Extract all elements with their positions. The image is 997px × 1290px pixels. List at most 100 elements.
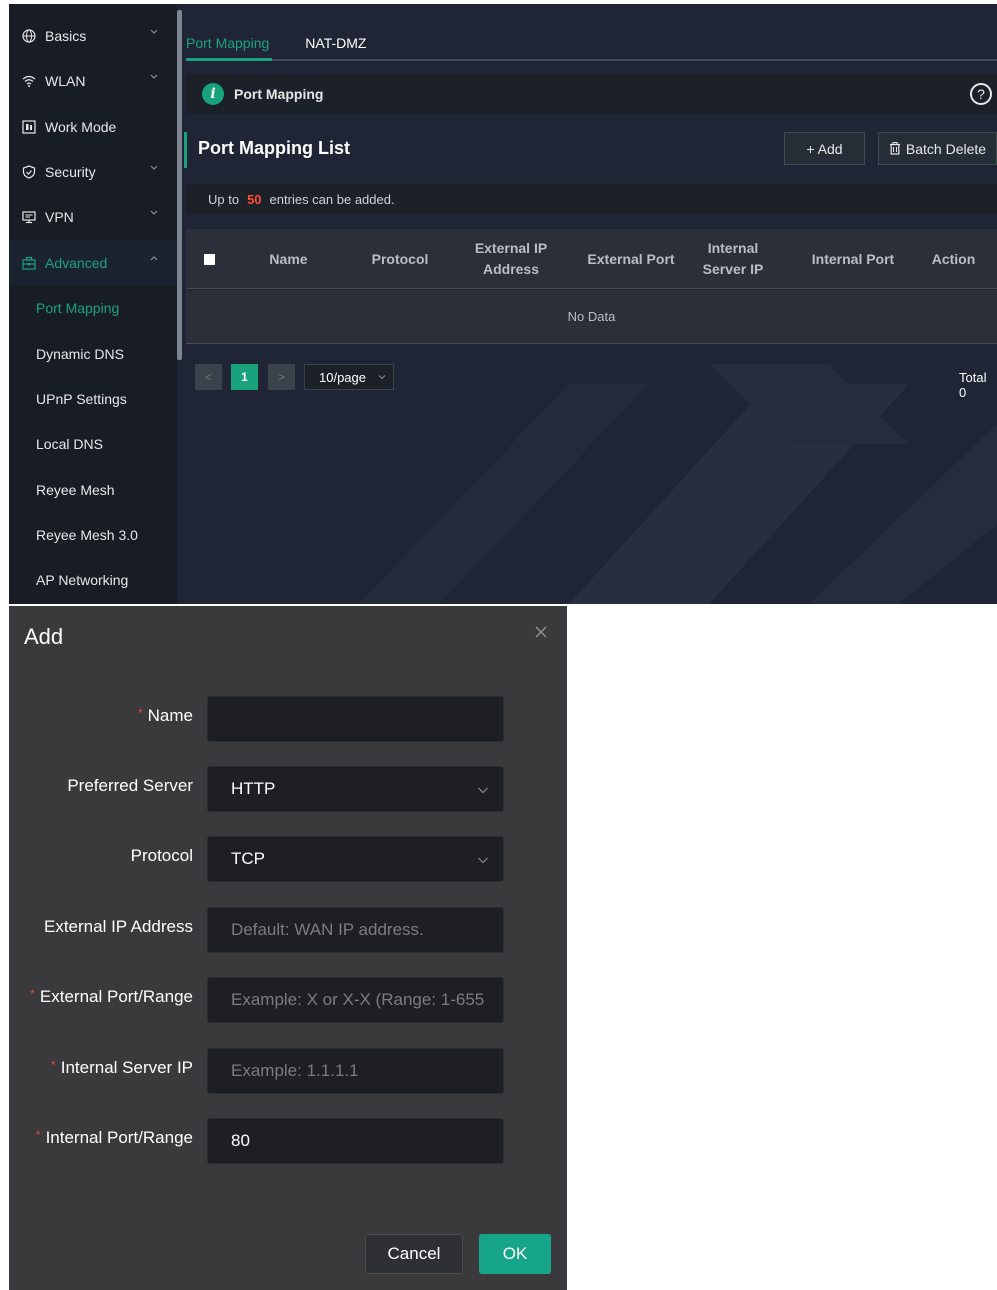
- column-header-external-ip: External IP Address: [474, 240, 548, 277]
- sidebar-item-basics[interactable]: Basics: [9, 13, 177, 58]
- select-all-checkbox[interactable]: [204, 254, 215, 265]
- form-row-internal-server-ip: * Internal Server IP Example: 1.1.1.1: [9, 1048, 567, 1094]
- sidebar-item-security[interactable]: Security: [9, 149, 177, 194]
- add-button[interactable]: + Add: [784, 132, 865, 165]
- table-empty-row: No Data: [186, 290, 997, 344]
- field-label: * External Port/Range: [30, 987, 193, 1006]
- form-row-internal-port: * Internal Port/Range 80: [9, 1118, 567, 1164]
- monitor-icon: [21, 209, 37, 225]
- sidebar-item-label: VPN: [45, 208, 74, 225]
- sidebar: Basics WLAN Work Mode Security VPN Advan…: [9, 4, 177, 604]
- page-size-value: 10/page: [319, 369, 366, 385]
- prev-page-button[interactable]: <: [195, 364, 222, 390]
- sidebar-scrollbar[interactable]: [177, 10, 182, 360]
- protocol-select[interactable]: TCP: [207, 836, 504, 882]
- next-page-button[interactable]: >: [268, 364, 295, 390]
- batch-delete-label: Batch Delete: [905, 140, 987, 157]
- sidebar-subitem-port-mapping[interactable]: Port Mapping: [9, 285, 177, 330]
- chevron-down-icon: [150, 210, 158, 215]
- required-marker: *: [30, 987, 35, 1001]
- info-bar: i Port Mapping ?: [186, 74, 997, 114]
- sidebar-item-vpn[interactable]: VPN: [9, 194, 177, 239]
- wifi-icon: [21, 73, 37, 89]
- ok-button[interactable]: OK: [479, 1234, 551, 1274]
- sidebar-subitem-ap-networking[interactable]: AP Networking: [9, 557, 177, 602]
- dialog-title: Add: [24, 624, 64, 649]
- entry-limit-hint: Up to 50 entries can be added.: [186, 184, 997, 214]
- sidebar-subitem-reyee-mesh-3[interactable]: Reyee Mesh 3.0: [9, 512, 177, 557]
- sidebar-item-wlan[interactable]: WLAN: [9, 58, 177, 103]
- sidebar-item-label: Security: [45, 163, 96, 180]
- required-marker: *: [51, 1058, 56, 1072]
- sidebar-item-advanced[interactable]: Advanced: [9, 240, 177, 285]
- form-row-external-ip: External IP Address Default: WAN IP addr…: [9, 907, 567, 953]
- close-icon[interactable]: [533, 624, 549, 640]
- trash-icon: [889, 142, 900, 155]
- protocol-value: TCP: [231, 849, 265, 868]
- sidebar-subitem-reyee-mesh[interactable]: Reyee Mesh: [9, 467, 177, 512]
- sidebar-subitem-upnp-settings[interactable]: UPnP Settings: [9, 376, 177, 421]
- total-count: Total 0: [959, 370, 987, 400]
- chevron-down-icon: [150, 165, 158, 170]
- required-marker: *: [35, 1128, 41, 1142]
- field-label: * Name: [137, 706, 193, 725]
- title-accent-bar: [184, 132, 187, 168]
- field-label: External IP Address: [44, 917, 193, 936]
- list-header: Port Mapping List: [184, 132, 997, 168]
- info-icon: i: [202, 83, 224, 105]
- name-input[interactable]: [207, 696, 504, 742]
- form-row-preferred-server: Preferred Server HTTP: [9, 766, 567, 812]
- form-row-external-port: * External Port/Range Example: X or X-X (…: [9, 977, 567, 1023]
- globe-icon: [21, 28, 37, 44]
- page-size-select[interactable]: 10/page: [304, 364, 394, 390]
- column-header-name: Name: [269, 250, 308, 267]
- preferred-server-value: HTTP: [231, 779, 276, 798]
- form-row-protocol: Protocol TCP: [9, 836, 567, 882]
- column-header-internal-port: Internal Port: [811, 250, 895, 267]
- internal-server-ip-input[interactable]: Example: 1.1.1.1: [207, 1048, 504, 1094]
- field-label: Protocol: [130, 846, 193, 865]
- field-label: * Internal Port/Range: [35, 1128, 193, 1147]
- chevron-down-icon: [478, 857, 488, 864]
- info-bar-title: Port Mapping: [234, 86, 324, 102]
- sidebar-item-label: Work Mode: [45, 118, 117, 135]
- column-header-external-port: External Port: [587, 250, 675, 267]
- external-port-input[interactable]: Example: X or X-X (Range: 1-655: [207, 977, 504, 1023]
- page-button-current[interactable]: 1: [231, 364, 258, 390]
- column-header-action: Action: [931, 250, 976, 267]
- chevron-down-icon: [150, 74, 158, 79]
- hint-prefix: Up to: [208, 191, 240, 207]
- sidebar-item-label: Advanced: [45, 254, 108, 271]
- shield-icon: [21, 164, 37, 180]
- chevron-down-icon: [378, 375, 386, 380]
- external-ip-input[interactable]: Default: WAN IP address.: [207, 907, 504, 953]
- batch-delete-button[interactable]: Batch Delete: [878, 132, 997, 165]
- sidebar-item-work-mode[interactable]: Work Mode: [9, 104, 177, 149]
- help-icon[interactable]: ?: [970, 83, 992, 105]
- list-title: Port Mapping List: [198, 138, 350, 158]
- hint-number: 50: [247, 191, 262, 207]
- sidebar-item-label: Basics: [45, 27, 87, 44]
- active-tab-indicator: [186, 58, 272, 61]
- chevron-down-icon: [478, 787, 488, 794]
- field-label: * Internal Server IP: [51, 1058, 193, 1077]
- required-marker: *: [137, 706, 143, 720]
- port-mapping-page: Basics WLAN Work Mode Security VPN Advan…: [9, 4, 997, 604]
- table-header: Name Protocol External IP Address Extern…: [186, 229, 997, 289]
- internal-port-input[interactable]: 80: [207, 1118, 504, 1164]
- column-header-internal-server-ip: Internal Server IP: [702, 240, 764, 277]
- column-header-protocol: Protocol: [371, 250, 429, 267]
- preferred-server-select[interactable]: HTTP: [207, 766, 504, 812]
- chevron-up-icon: [150, 256, 158, 261]
- add-dialog: Add * Name Preferred Server HTTP Protocol…: [9, 606, 567, 1290]
- form-row-name: * Name: [9, 696, 567, 742]
- sidebar-subitem-local-dns[interactable]: Local DNS: [9, 421, 177, 466]
- tabs-divider: [186, 59, 997, 61]
- hint-suffix: entries can be added.: [269, 191, 395, 207]
- sidebar-subitem-dynamic-dns[interactable]: Dynamic DNS: [9, 331, 177, 376]
- tab-nat-dmz[interactable]: NAT-DMZ: [305, 30, 366, 62]
- toolbox-icon: [21, 255, 37, 271]
- work-mode-icon: [21, 119, 37, 135]
- sidebar-item-label: WLAN: [45, 72, 86, 89]
- cancel-button[interactable]: Cancel: [365, 1234, 463, 1274]
